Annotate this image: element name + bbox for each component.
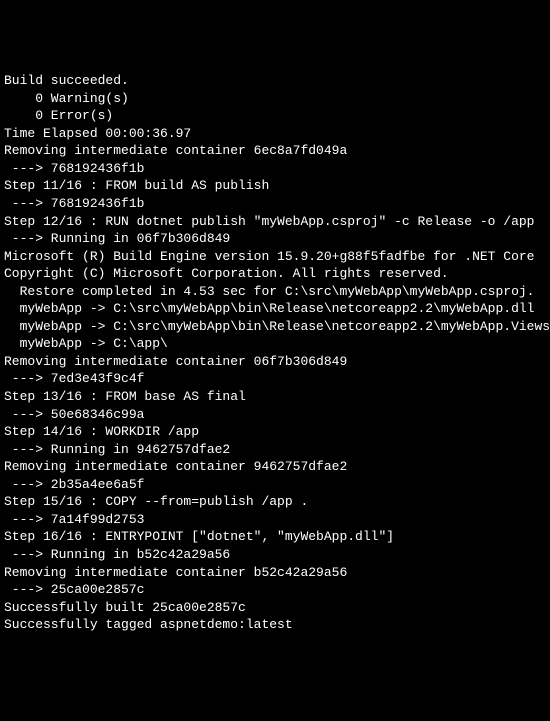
output-line: Step 14/16 : WORKDIR /app	[4, 423, 546, 441]
output-line: Step 12/16 : RUN dotnet publish "myWebAp…	[4, 213, 546, 231]
output-line: Step 15/16 : COPY --from=publish /app .	[4, 493, 546, 511]
output-line: ---> Running in 06f7b306d849	[4, 230, 546, 248]
output-line: ---> 7a14f99d2753	[4, 511, 546, 529]
output-line: Removing intermediate container 6ec8a7fd…	[4, 142, 546, 160]
output-line: Restore completed in 4.53 sec for C:\src…	[4, 283, 546, 301]
output-line: Step 13/16 : FROM base AS final	[4, 388, 546, 406]
output-line: Build succeeded.	[4, 72, 546, 90]
output-line: 0 Warning(s)	[4, 90, 546, 108]
output-line: myWebApp -> C:\src\myWebApp\bin\Release\…	[4, 318, 546, 336]
output-line: Step 11/16 : FROM build AS publish	[4, 177, 546, 195]
terminal-output: Build succeeded. 0 Warning(s) 0 Error(s)…	[4, 72, 546, 634]
output-line: Removing intermediate container 06f7b306…	[4, 353, 546, 371]
output-line: ---> Running in b52c42a29a56	[4, 546, 546, 564]
output-line: Copyright (C) Microsoft Corporation. All…	[4, 265, 546, 283]
output-line: ---> 50e68346c99a	[4, 406, 546, 424]
output-line: Removing intermediate container b52c42a2…	[4, 564, 546, 582]
output-line: ---> Running in 9462757dfae2	[4, 441, 546, 459]
output-line: ---> 768192436f1b	[4, 160, 546, 178]
output-line: Microsoft (R) Build Engine version 15.9.…	[4, 248, 546, 266]
output-line: ---> 25ca00e2857c	[4, 581, 546, 599]
output-line: Time Elapsed 00:00:36.97	[4, 125, 546, 143]
output-line: ---> 2b35a4ee6a5f	[4, 476, 546, 494]
output-line: Successfully built 25ca00e2857c	[4, 599, 546, 617]
output-line: myWebApp -> C:\src\myWebApp\bin\Release\…	[4, 300, 546, 318]
output-line: Step 16/16 : ENTRYPOINT ["dotnet", "myWe…	[4, 528, 546, 546]
output-line: 0 Error(s)	[4, 107, 546, 125]
output-line: Successfully tagged aspnetdemo:latest	[4, 616, 546, 634]
output-line: myWebApp -> C:\app\	[4, 335, 546, 353]
output-line: ---> 768192436f1b	[4, 195, 546, 213]
output-line: ---> 7ed3e43f9c4f	[4, 370, 546, 388]
output-line: Removing intermediate container 9462757d…	[4, 458, 546, 476]
